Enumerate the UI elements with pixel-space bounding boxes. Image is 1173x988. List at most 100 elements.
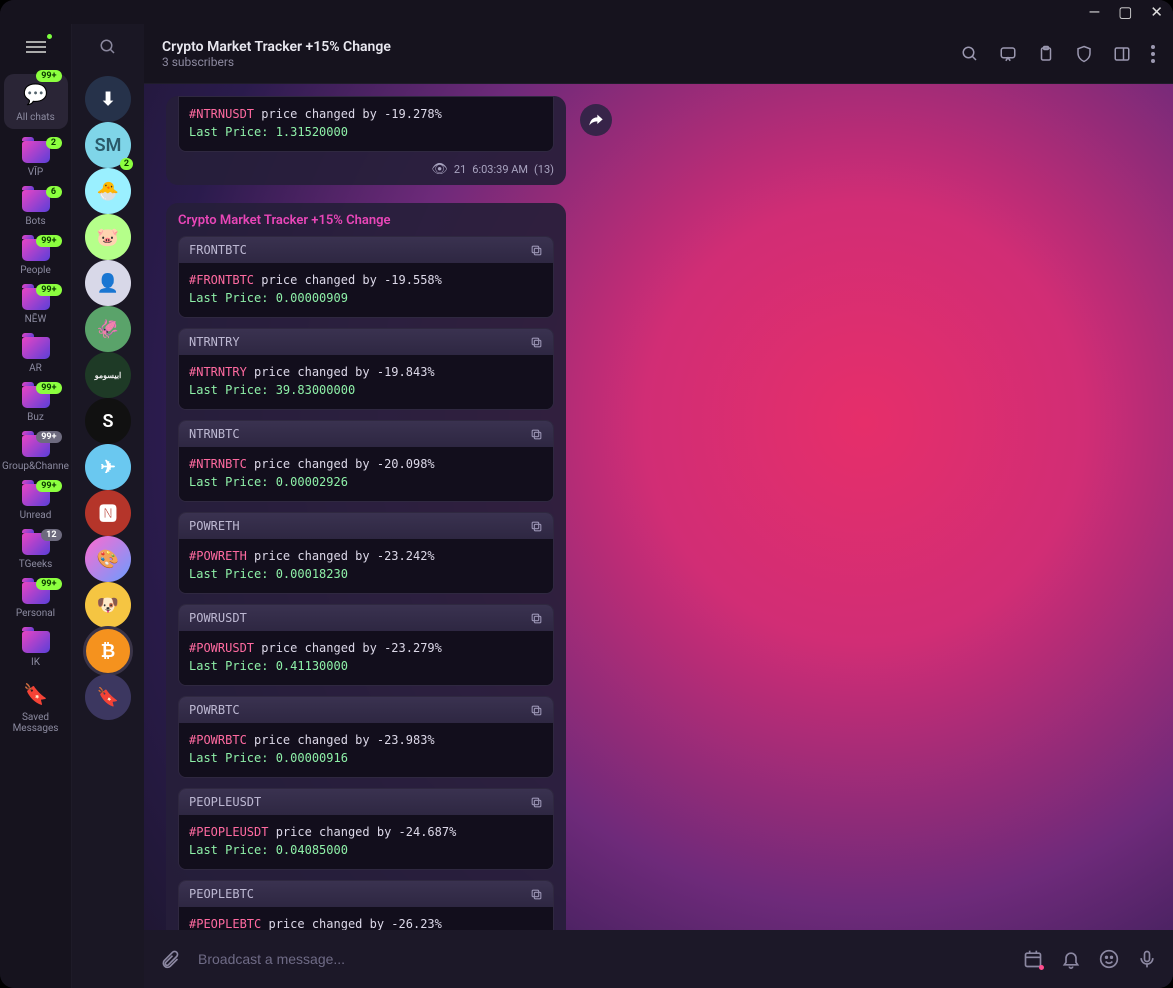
search-icon[interactable] — [99, 38, 117, 56]
symbol-label: FRONTBTC — [189, 243, 247, 257]
views-icon: 👁 — [431, 162, 448, 177]
folder-badge: 99+ — [36, 382, 61, 394]
folder-unread[interactable]: Unread99+ — [4, 484, 68, 521]
chat-avatar-chat-9[interactable]: ✈ — [85, 444, 131, 490]
folder-people[interactable]: People99+ — [4, 239, 68, 276]
chat-avatar-saved[interactable]: 🔖 — [85, 674, 131, 720]
attach-icon[interactable] — [160, 949, 180, 969]
compose-bar — [144, 930, 1173, 988]
code-block: #POWRETH price changed by -23.242%Last P… — [179, 539, 553, 593]
folder-label: Unread — [20, 510, 52, 521]
folder-badge: 99+ — [36, 70, 61, 82]
folder-n-w[interactable]: NĒW99+ — [4, 288, 68, 325]
window-maximize[interactable]: ▢ — [1118, 3, 1132, 21]
message-bubble: Crypto Market Tracker +15% Change FRONTB… — [166, 203, 566, 930]
price-card-ntrntry: NTRNTRY #NTRNTRY price changed by -19.843… — [178, 328, 554, 410]
folder-badge: 99+ — [36, 480, 61, 492]
copy-icon[interactable] — [530, 796, 543, 809]
symbol-label: PEOPLEBTC — [189, 887, 254, 901]
chat-avatar-crypto-tracker[interactable]: ₿ — [85, 628, 131, 674]
sender-name[interactable]: Crypto Market Tracker +15% Change — [178, 213, 554, 228]
schedule-icon[interactable] — [1023, 949, 1043, 969]
folder-label: Buz — [27, 412, 44, 423]
copy-icon[interactable] — [530, 336, 543, 349]
chat-avatar-chat-11[interactable]: 🎨 — [85, 536, 131, 582]
chat-avatar-chat-6[interactable]: 🦑 — [85, 306, 131, 352]
chat-title[interactable]: Crypto Market Tracker +15% Change — [162, 39, 391, 55]
folder-v-p[interactable]: VĪP2 — [4, 141, 68, 178]
price-card-powrusdt: POWRUSDT#POWRUSDT price changed by -23.2… — [178, 604, 554, 686]
folder-tgeeks[interactable]: TGeeks12 — [4, 533, 68, 570]
copy-icon[interactable] — [530, 888, 543, 901]
folder-bots[interactable]: Bots6 — [4, 190, 68, 227]
folder-all-chats[interactable]: 💬All chats99+ — [4, 74, 68, 129]
sidebar-toggle-icon[interactable] — [1113, 45, 1131, 63]
forward-button[interactable] — [580, 104, 612, 136]
copy-icon[interactable] — [530, 244, 543, 257]
copy-icon[interactable] — [530, 704, 543, 717]
window-minimize[interactable]: — — [1089, 3, 1101, 21]
copy-icon[interactable] — [530, 612, 543, 625]
code-block: #NTRNTRY price changed by -19.843%Last P… — [179, 355, 553, 409]
copy-icon[interactable] — [530, 520, 543, 533]
search-chat-icon[interactable] — [961, 45, 979, 63]
folder-label: Saved Messages — [4, 712, 68, 734]
folder-saved-messages[interactable]: 🔖Saved Messages — [4, 680, 68, 734]
notifications-icon[interactable] — [1061, 949, 1081, 969]
message-input[interactable] — [198, 951, 1005, 967]
folder-group-channe[interactable]: Group&Channe99+ — [4, 435, 68, 472]
code-block: #NTRNBTC price changed by -20.098%Last P… — [179, 447, 553, 501]
code-header: POWRETH — [179, 513, 553, 539]
chat-avatar-chat-7[interactable]: ابيسومو — [85, 352, 131, 398]
symbol-label: NTRNTRY — [189, 335, 240, 349]
folder-label: TGeeks — [19, 559, 52, 570]
window-close[interactable]: ✕ — [1150, 3, 1163, 21]
emoji-icon[interactable] — [1099, 949, 1119, 969]
folder-personal[interactable]: Personal99+ — [4, 582, 68, 619]
code-header: NTRNTRY — [179, 329, 553, 355]
message-meta: 👁 21 6:03:39 AM (13) — [178, 162, 554, 177]
chat-avatar-archive[interactable]: ⬇ — [85, 76, 131, 122]
price-card-peoplebtc: PEOPLEBTC #PEOPLEBTC price changed by -26… — [178, 880, 554, 930]
code-block: #POWRBTC price changed by -23.983%Last P… — [179, 723, 553, 777]
folder-badge: 99+ — [36, 431, 61, 443]
folder-label: Personal — [16, 608, 55, 619]
more-icon[interactable] — [1151, 45, 1155, 63]
message-area[interactable]: #NTRNUSDT price changed by -19.278% Last… — [144, 84, 1173, 930]
price-card-powreth: POWRETH #POWRETH price changed by -23.242… — [178, 512, 554, 594]
folder-label: AR — [29, 363, 42, 374]
folder-badge: 6 — [46, 186, 62, 198]
chat-avatar-chat-5[interactable]: 👤 — [85, 260, 131, 306]
folder-badge: 12 — [41, 529, 61, 541]
chat-subtitle: 3 subscribers — [162, 55, 391, 69]
folder-ik[interactable]: IK — [4, 631, 68, 668]
shield-icon[interactable] — [1075, 45, 1093, 63]
folder-ar[interactable]: AR — [4, 337, 68, 374]
chat-avatar-sm[interactable]: SM2 — [85, 122, 131, 168]
folder-badge: 99+ — [36, 578, 61, 590]
chat-avatar-chat-8[interactable]: S — [85, 398, 131, 444]
menu-icon[interactable] — [26, 38, 46, 56]
symbol-label: POWRUSDT — [189, 611, 247, 625]
chat-header: Crypto Market Tracker +15% Change 3 subs… — [144, 24, 1173, 84]
window-titlebar: — ▢ ✕ — [0, 0, 1173, 24]
chat-avatar-chat-3[interactable]: 🐣 — [85, 168, 131, 214]
voice-icon[interactable] — [1137, 949, 1157, 969]
price-card-frontbtc: FRONTBTC#FRONTBTC price changed by -19.5… — [178, 236, 554, 318]
folder-label: People — [20, 265, 51, 276]
comments-icon[interactable] — [999, 45, 1017, 63]
copy-icon[interactable] — [530, 428, 543, 441]
code-block: #PEOPLEBTC price changed by -26.23%Last … — [179, 907, 553, 930]
symbol-label: POWRBTC — [189, 703, 240, 717]
clipboard-icon[interactable] — [1037, 45, 1055, 63]
symbol-label: POWRETH — [189, 519, 240, 533]
folder-sidebar: 💬All chats99+VĪP2Bots6People99+NĒW99+ARB… — [0, 24, 72, 988]
chat-avatar-chat-10[interactable]: 🅽 — [85, 490, 131, 536]
folder-buz[interactable]: Buz99+ — [4, 386, 68, 423]
code-header: NTRNBTC — [179, 421, 553, 447]
price-card-ntrnbtc: NTRNBTC#NTRNBTC price changed by -20.098… — [178, 420, 554, 502]
chat-avatar-chat-4[interactable]: 🐷 — [85, 214, 131, 260]
chat-avatar-chat-12[interactable]: 🐶 — [85, 582, 131, 628]
price-card-powrbtc: POWRBTC #POWRBTC price changed by -23.983… — [178, 696, 554, 778]
folder-label: Bots — [25, 216, 45, 227]
